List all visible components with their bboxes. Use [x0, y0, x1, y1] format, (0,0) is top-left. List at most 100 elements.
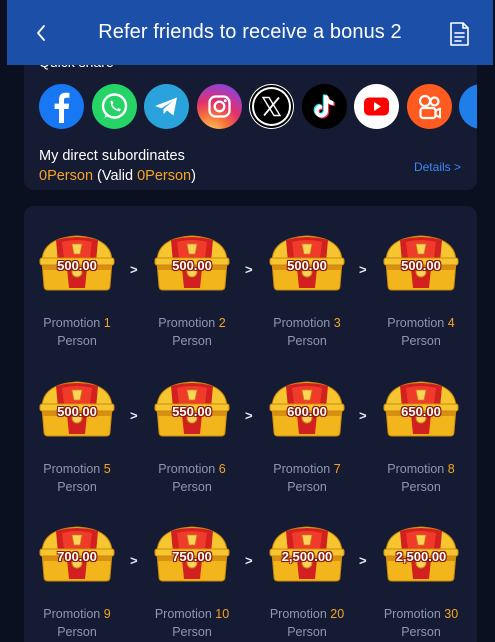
promotion-item: 700.00 Promotion 9 Person	[32, 519, 122, 641]
bonus-amount: 500.00	[401, 258, 441, 273]
treasure-chest-icon: 500.00	[268, 228, 346, 292]
treasure-chest-icon: 550.00	[153, 374, 231, 438]
treasure-chest-icon: 750.00	[153, 519, 231, 583]
promotion-unit: Person	[287, 625, 327, 639]
next-arrow: >	[130, 408, 138, 423]
promotion-label: Promotion 8	[387, 462, 455, 476]
promotion-label: Promotion 6	[158, 462, 226, 476]
next-arrow: >	[359, 262, 367, 277]
promotion-label: Promotion 1	[43, 316, 111, 330]
promotion-unit: Person	[172, 334, 212, 348]
back-button[interactable]	[29, 20, 53, 46]
promotion-unit: Person	[401, 480, 441, 494]
promotion-count: 5	[103, 462, 111, 476]
next-arrow: >	[245, 262, 253, 277]
promotion-item: 500.00 Promotion 1 Person	[32, 228, 122, 350]
bonus-amount: 650.00	[401, 404, 441, 419]
more-share-icon[interactable]	[459, 84, 477, 129]
treasure-chest-icon: 2,500.00	[268, 519, 346, 583]
promotion-unit: Person	[57, 625, 97, 639]
promotion-label: Promotion 5	[43, 462, 111, 476]
promotion-label: Promotion 9	[43, 607, 111, 621]
promotion-count: 8	[447, 462, 455, 476]
promotion-count: 10	[215, 607, 230, 621]
youtube-icon[interactable]	[354, 84, 399, 129]
promotion-item: 500.00 Promotion 5 Person	[32, 374, 122, 496]
promotion-unit: Person	[57, 334, 97, 348]
document-icon	[450, 22, 469, 46]
next-arrow: >	[245, 553, 253, 568]
tiktok-icon[interactable]	[301, 84, 347, 129]
details-link[interactable]: Details >	[414, 160, 461, 174]
promotion-count: 4	[447, 316, 455, 330]
promotion-item: 600.00 Promotion 7 Person	[262, 374, 352, 496]
kuaishou-icon[interactable]	[406, 84, 452, 129]
promotion-label: Promotion 20	[269, 607, 345, 621]
promotion-item: 2,500.00 Promotion 20 Person	[262, 519, 352, 641]
promotion-unit: Person	[172, 480, 212, 494]
next-arrow: >	[245, 408, 253, 423]
next-arrow: >	[130, 262, 138, 277]
subordinates-title: My direct subordinates	[39, 148, 185, 164]
treasure-chest-icon: 500.00	[382, 228, 460, 292]
chevron-left-icon	[37, 25, 45, 41]
promotion-item: 750.00 Promotion 10 Person	[147, 519, 237, 641]
bonus-amount: 550.00	[172, 404, 212, 419]
bonus-amount: 2,500.00	[395, 549, 447, 564]
bonus-amount: 2,500.00	[281, 549, 333, 564]
promotion-unit: Person	[172, 625, 212, 639]
promotion-count: 1	[103, 316, 111, 330]
x-icon[interactable]	[249, 84, 294, 129]
promotion-count: 2	[218, 316, 226, 330]
promotion-unit: Person	[287, 480, 327, 494]
promotion-label: Promotion 2	[158, 316, 226, 330]
promotion-item: 500.00 Promotion 2 Person	[147, 228, 237, 350]
promotion-unit: Person	[287, 334, 327, 348]
treasure-chest-icon: 500.00	[38, 228, 116, 292]
promotion-item: 500.00 Promotion 4 Person	[376, 228, 466, 350]
promotion-label: Promotion 7	[273, 462, 341, 476]
next-arrow: >	[359, 553, 367, 568]
promotion-count: 30	[444, 607, 459, 621]
promotion-label: Promotion 10	[154, 607, 230, 621]
page-title: Refer friends to receive a bonus 2	[98, 21, 402, 43]
subordinates-count: 0Person (Valid 0Person)	[39, 168, 196, 184]
promotion-unit: Person	[401, 334, 441, 348]
next-arrow: >	[130, 553, 138, 568]
treasure-chest-icon: 650.00	[382, 374, 460, 438]
promotion-count: 3	[333, 316, 341, 330]
bonus-amount: 750.00	[172, 549, 212, 564]
promotion-card: 500.00 Promotion 1 Person 500.00 Promotion …	[24, 206, 477, 642]
promotion-count: 7	[333, 462, 341, 476]
instagram-icon[interactable]	[196, 84, 242, 129]
promotion-item: 650.00 Promotion 8 Person	[376, 374, 466, 496]
treasure-chest-icon: 500.00	[38, 374, 116, 438]
bonus-amount: 500.00	[287, 258, 327, 273]
promotion-item: 2,500.00 Promotion 30 Person	[376, 519, 466, 641]
treasure-chest-icon: 500.00	[153, 228, 231, 292]
bonus-amount: 600.00	[287, 404, 327, 419]
promotion-label: Promotion 3	[273, 316, 341, 330]
promotion-count: 9	[103, 607, 111, 621]
bonus-amount: 500.00	[172, 258, 212, 273]
treasure-chest-icon: 700.00	[38, 519, 116, 583]
promotion-item: 550.00 Promotion 6 Person	[147, 374, 237, 496]
telegram-icon[interactable]	[144, 84, 189, 129]
bonus-amount: 700.00	[57, 549, 97, 564]
whatsapp-icon[interactable]	[91, 84, 137, 129]
promotion-label: Promotion 30	[383, 607, 459, 621]
promotion-unit: Person	[57, 480, 97, 494]
facebook-icon[interactable]	[39, 84, 84, 129]
bonus-amount: 500.00	[57, 404, 97, 419]
promotion-label: Promotion 4	[387, 316, 455, 330]
treasure-chest-icon: 600.00	[268, 374, 346, 438]
next-arrow: >	[359, 408, 367, 423]
bonus-amount: 500.00	[57, 258, 97, 273]
rules-button[interactable]	[447, 20, 471, 48]
promotion-count: 6	[218, 462, 226, 476]
page: Refer friends to receive a bonus 2 Quick…	[0, 0, 495, 642]
share-icon-row[interactable]	[39, 84, 477, 130]
promotion-count: 20	[330, 607, 345, 621]
promotion-item: 500.00 Promotion 3 Person	[262, 228, 352, 350]
header-bar: Refer friends to receive a bonus 2	[7, 0, 493, 65]
